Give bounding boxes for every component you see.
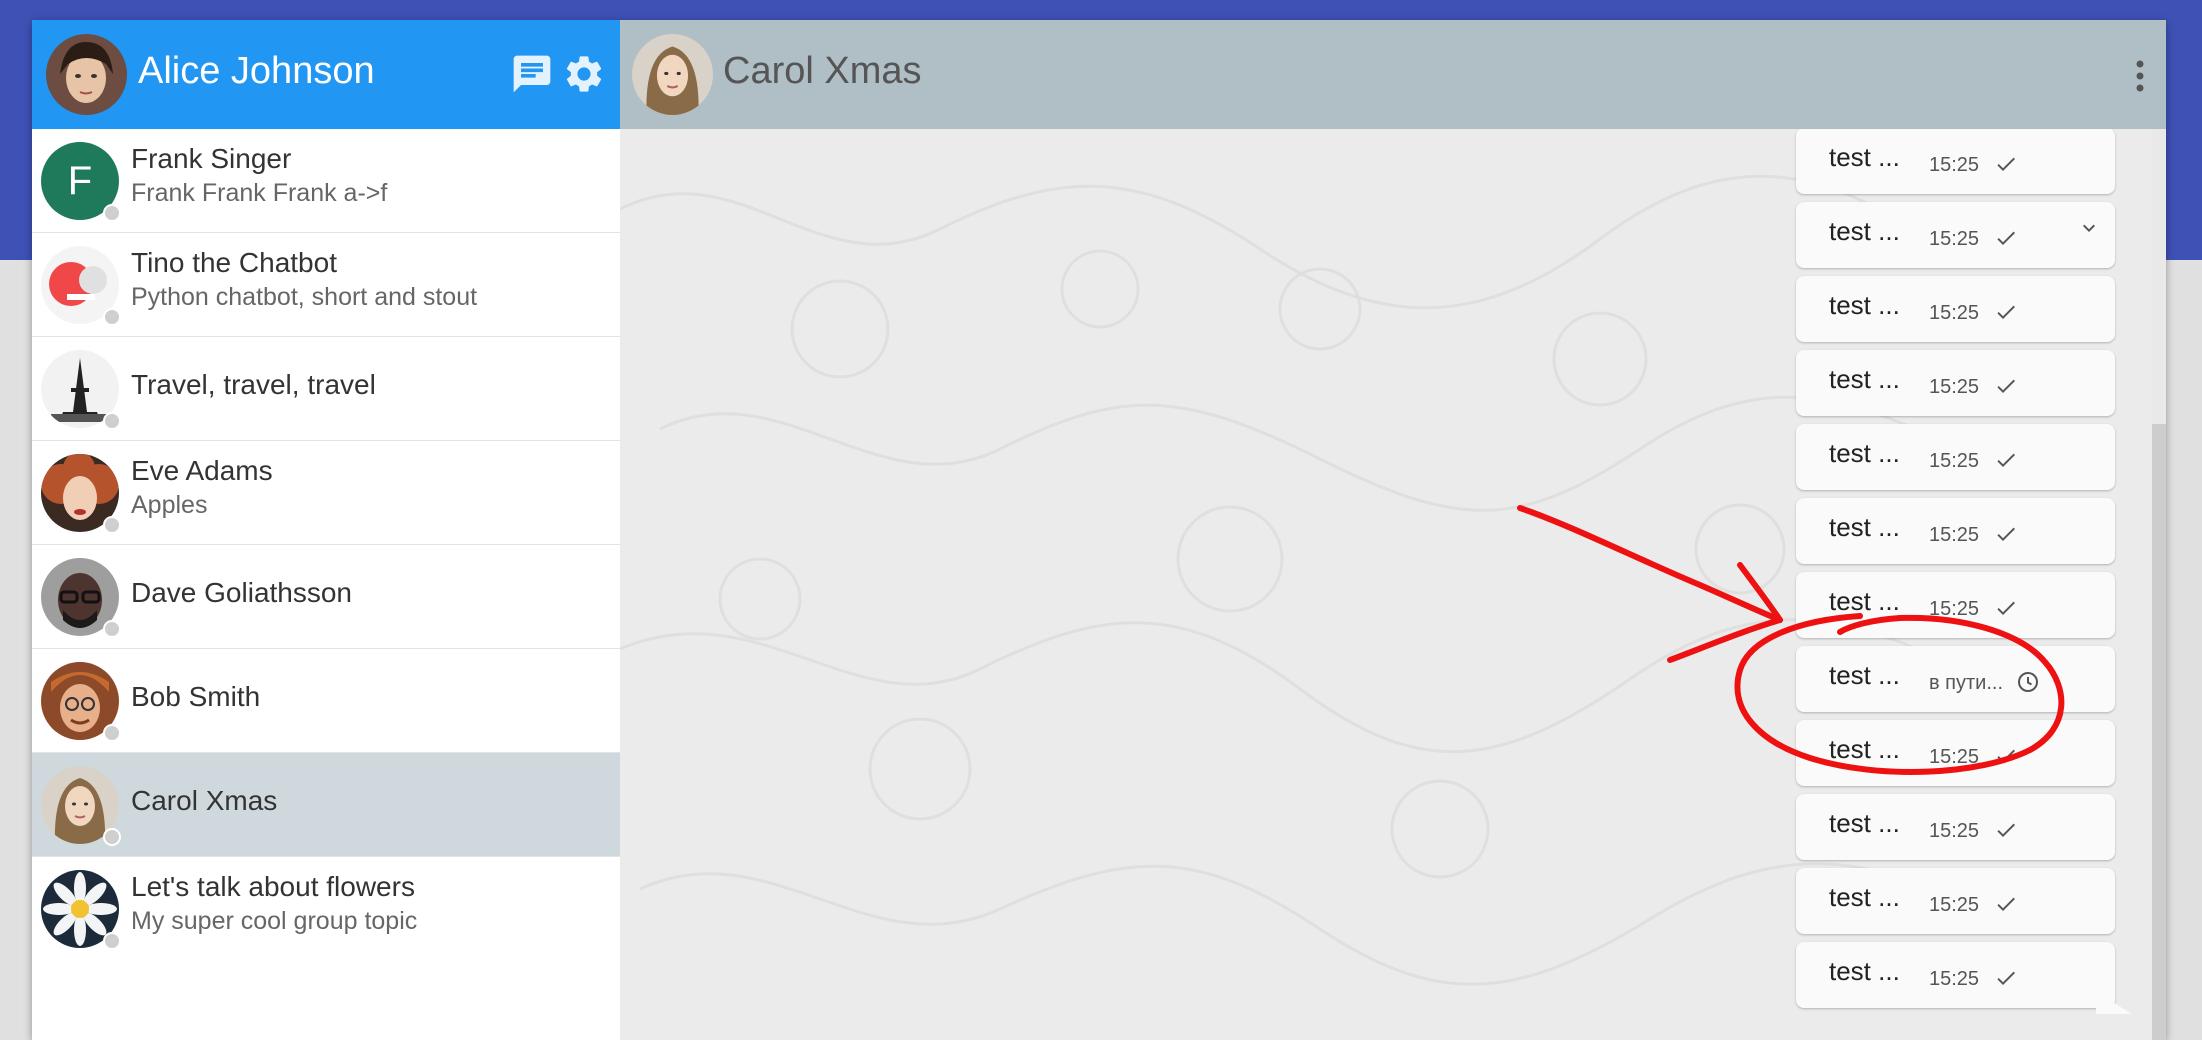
message-bubble[interactable]: test ... 15:25 bbox=[1796, 424, 2115, 490]
message-text: test ... bbox=[1829, 586, 1900, 616]
check-icon bbox=[1994, 892, 2018, 916]
presence-dot bbox=[103, 412, 121, 430]
message-text: test ... bbox=[1829, 808, 1900, 838]
message-text: test ... bbox=[1829, 956, 1900, 986]
presence-dot bbox=[103, 308, 121, 326]
message-bubble[interactable]: test ... 15:25 bbox=[1796, 276, 2115, 342]
presence-dot bbox=[103, 932, 121, 950]
check-icon bbox=[1994, 522, 2018, 546]
chat-scrollbar[interactable] bbox=[2152, 129, 2166, 1040]
contact-name: Let's talk about flowers bbox=[131, 871, 415, 902]
contact-name: Eve Adams bbox=[131, 455, 273, 486]
my-avatar[interactable] bbox=[46, 34, 127, 115]
my-name: Alice Johnson bbox=[138, 50, 375, 92]
scrollbar-thumb[interactable] bbox=[2152, 424, 2166, 1040]
message-bubble[interactable]: test ... 15:25 bbox=[1796, 572, 2115, 638]
presence-dot bbox=[103, 620, 121, 638]
message-time: 15:25 bbox=[1929, 154, 1980, 176]
message-text: test ... bbox=[1829, 660, 1900, 690]
contact-bob-smith[interactable]: Bob Smith bbox=[32, 649, 620, 753]
check-icon bbox=[1994, 818, 2018, 842]
message-text: test ... bbox=[1829, 438, 1900, 468]
clock-icon bbox=[2016, 670, 2040, 694]
message-text: test ... bbox=[1829, 216, 1900, 246]
message-time: в пути... bbox=[1929, 672, 2004, 694]
sidebar: Alice Johnson F Frank Singer Frank Frank… bbox=[32, 20, 621, 1040]
message-bubble[interactable]: test ... 15:25 bbox=[1796, 794, 2115, 860]
message-text: test ... bbox=[1829, 142, 1900, 172]
contact-name: Dave Goliathsson bbox=[131, 577, 353, 608]
message-time: 15:25 bbox=[1929, 894, 1980, 916]
contact-subtitle: Python chatbot, short and stout bbox=[131, 283, 478, 311]
chevron-down-icon[interactable] bbox=[2077, 216, 2101, 240]
message-time: 15:25 bbox=[1929, 376, 1980, 398]
message-bubble[interactable]: test ... 15:25 bbox=[1796, 202, 2115, 268]
contact-tino-the-chatbot[interactable]: Tino the Chatbot Python chatbot, short a… bbox=[32, 233, 620, 337]
contact-lets-talk-about-flowers[interactable]: Let's talk about flowers My super cool g… bbox=[32, 857, 620, 961]
message-bubble[interactable]: test ... 15:25 bbox=[1796, 350, 2115, 416]
check-icon bbox=[1994, 152, 2018, 176]
contact-carol-xmas[interactable]: Carol Xmas bbox=[32, 753, 620, 857]
settings-gear-icon[interactable] bbox=[562, 52, 606, 96]
message-text: test ... bbox=[1829, 512, 1900, 542]
contact-dave-goliathsson[interactable]: Dave Goliathsson bbox=[32, 545, 620, 649]
chat-header: Carol Xmas bbox=[620, 20, 2166, 129]
check-icon bbox=[1994, 744, 2018, 768]
contact-eve-adams[interactable]: Eve Adams Apples bbox=[32, 441, 620, 545]
contact-name: Frank Singer bbox=[131, 143, 292, 174]
check-icon bbox=[1994, 300, 2018, 324]
contact-subtitle: Frank Frank Frank a->f bbox=[131, 179, 388, 207]
peer-avatar[interactable] bbox=[632, 34, 713, 115]
message-time: 15:25 bbox=[1929, 968, 1980, 990]
check-icon bbox=[1994, 966, 2018, 990]
contact-subtitle: Apples bbox=[131, 491, 208, 519]
sidebar-header: Alice Johnson bbox=[32, 20, 620, 129]
message-text: test ... bbox=[1829, 364, 1900, 394]
message-time: 15:25 bbox=[1929, 524, 1980, 546]
message-time: 15:25 bbox=[1929, 598, 1980, 620]
check-icon bbox=[1994, 448, 2018, 472]
presence-dot bbox=[103, 516, 121, 534]
new-chat-icon[interactable] bbox=[510, 52, 554, 96]
chat-panel: Carol Xmas test ... 15:25 test ... 15:25 tes… bbox=[620, 20, 2166, 1040]
peer-name: Carol Xmas bbox=[723, 50, 922, 92]
more-vert-icon[interactable] bbox=[2130, 56, 2150, 96]
message-time: 15:25 bbox=[1929, 302, 1980, 324]
contact-name: Tino the Chatbot bbox=[131, 247, 337, 278]
contact-travel-group[interactable]: Travel, travel, travel bbox=[32, 337, 620, 441]
message-bubble[interactable]: test ... 15:25 bbox=[1796, 128, 2115, 194]
message-bubble[interactable]: test ... 15:25 bbox=[1796, 868, 2115, 934]
check-icon bbox=[1994, 374, 2018, 398]
message-text: test ... bbox=[1829, 882, 1900, 912]
chat-app-window: Alice Johnson F Frank Singer Frank Frank… bbox=[32, 20, 2166, 1040]
avatar-initial: F bbox=[68, 159, 92, 203]
message-text: test ... bbox=[1829, 734, 1900, 764]
contact-name: Carol Xmas bbox=[131, 785, 278, 816]
message-tail bbox=[2096, 992, 2132, 1014]
message-time: 15:25 bbox=[1929, 450, 1980, 472]
check-icon bbox=[1994, 226, 2018, 250]
contact-name: Bob Smith bbox=[131, 681, 261, 712]
message-bubble[interactable]: test ... 15:25 bbox=[1796, 942, 2115, 1008]
message-time: 15:25 bbox=[1929, 228, 1980, 250]
message-bubble[interactable]: test ... 15:25 bbox=[1796, 498, 2115, 564]
presence-dot bbox=[103, 828, 121, 846]
check-icon bbox=[1994, 596, 2018, 620]
message-time: 15:25 bbox=[1929, 820, 1980, 842]
contact-name: Travel, travel, travel bbox=[131, 369, 376, 400]
contact-frank-singer[interactable]: F Frank Singer Frank Frank Frank a->f bbox=[32, 129, 620, 233]
message-text: test ... bbox=[1829, 290, 1900, 320]
message-bubble[interactable]: test ... 15:25 bbox=[1796, 720, 2115, 786]
message-time: 15:25 bbox=[1929, 746, 1980, 768]
message-bubble[interactable]: test ... в пути... bbox=[1796, 646, 2115, 712]
presence-dot bbox=[103, 204, 121, 222]
contact-subtitle: My super cool group topic bbox=[131, 907, 418, 935]
presence-dot bbox=[103, 724, 121, 742]
